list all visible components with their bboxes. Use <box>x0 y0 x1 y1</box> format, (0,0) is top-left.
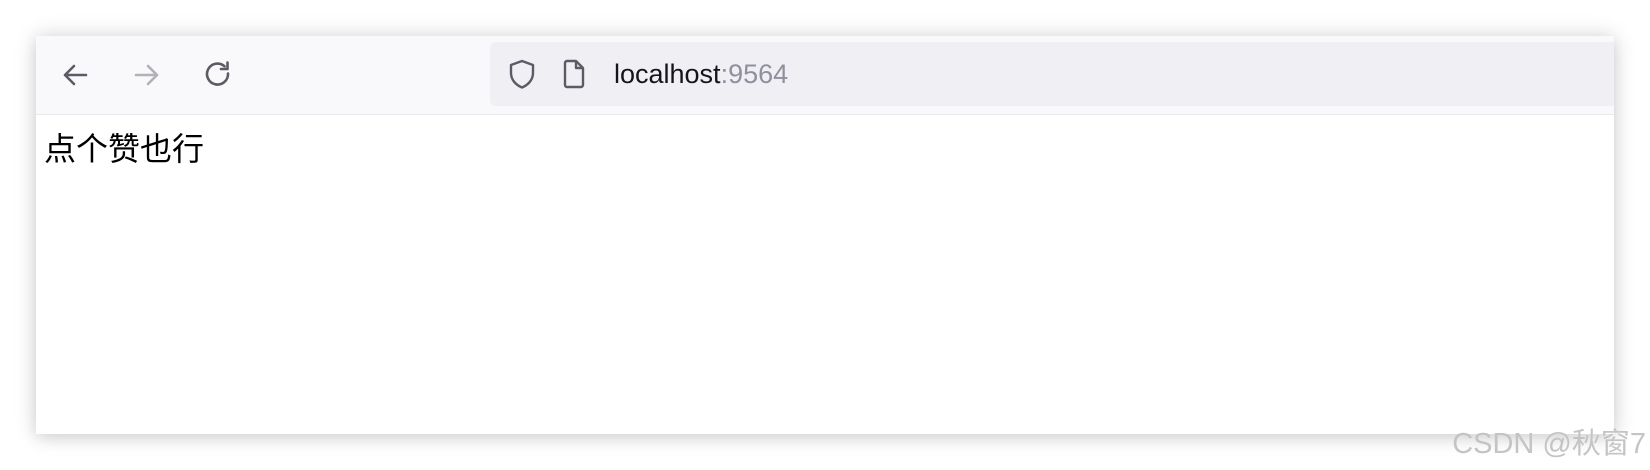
url-text[interactable]: localhost:9564 <box>614 58 788 90</box>
watermark: CSDN @秋窗7 <box>1452 428 1646 460</box>
page-body-text: 点个赞也行 <box>44 131 205 167</box>
browser-toolbar: localhost:9564 <box>36 36 1614 115</box>
url-host: localhost <box>614 59 721 89</box>
back-button[interactable] <box>56 56 94 94</box>
browser-window: localhost:9564 点个赞也行 <box>36 36 1614 434</box>
url-port: :9564 <box>720 59 789 89</box>
shield-icon[interactable] <box>506 58 538 90</box>
arrow-right-icon <box>134 64 159 86</box>
reload-icon <box>205 61 230 86</box>
forward-button[interactable] <box>128 56 166 94</box>
url-bar[interactable]: localhost:9564 <box>490 42 1614 106</box>
page-icon[interactable] <box>558 58 590 90</box>
page-content: 点个赞也行 <box>36 115 1614 434</box>
reload-button[interactable] <box>199 56 237 94</box>
arrow-left-icon <box>63 64 88 86</box>
